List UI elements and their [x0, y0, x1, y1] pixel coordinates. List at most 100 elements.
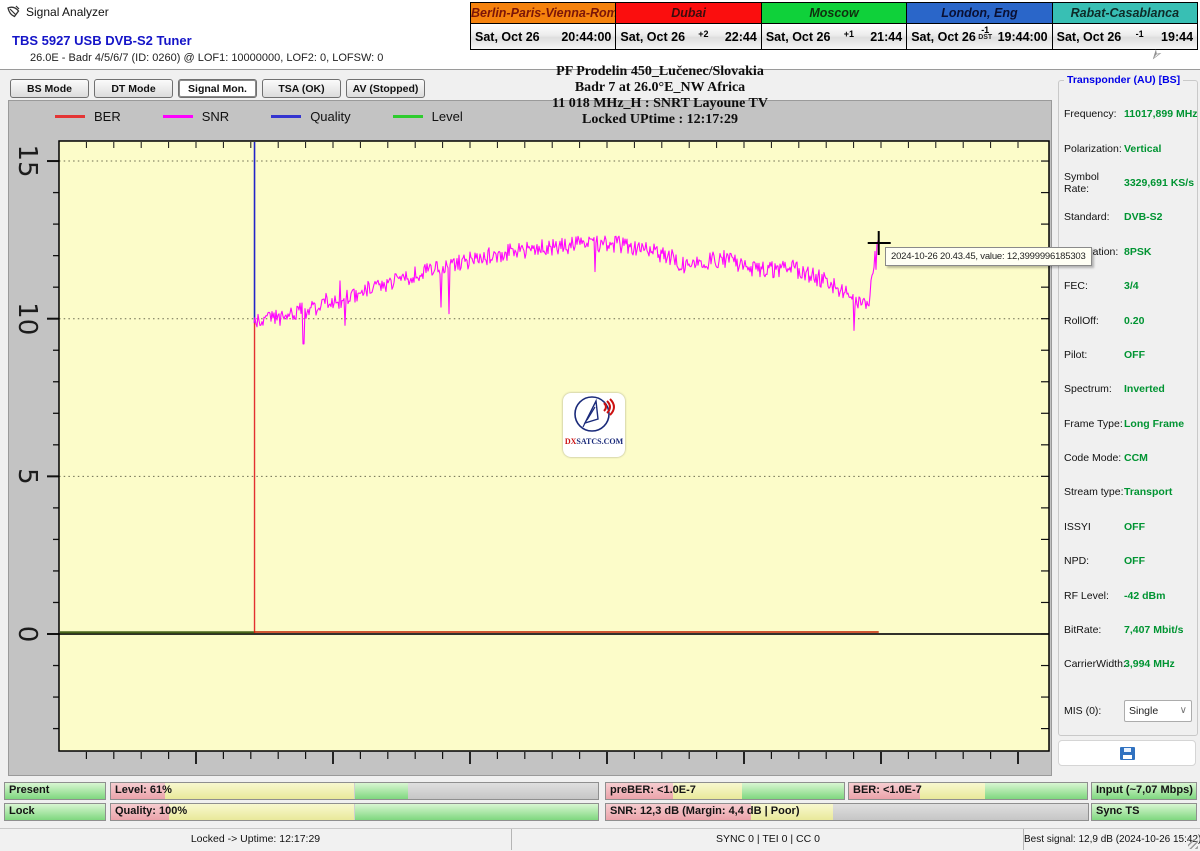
tp-label: Pilot: — [1064, 349, 1124, 361]
bar-segment-gray — [408, 783, 598, 799]
tab-signal-mon[interactable]: Signal Mon. — [178, 79, 257, 98]
clock-date: Sat, Oct 26 — [475, 30, 540, 44]
tp-value: -42 dBm — [1124, 590, 1165, 602]
save-button[interactable] — [1058, 740, 1196, 766]
tuner-name: TBS 5927 USB DVB-S2 Tuner — [12, 33, 192, 48]
tp-value: 0.20 — [1124, 315, 1144, 327]
tp-value: 3329,691 KS/s — [1124, 177, 1194, 189]
clock-time: 21:44 — [870, 30, 902, 44]
clock-time-row: Sat, Oct 26-1DST 19:44:00 — [907, 24, 1051, 49]
transponder-row-rf-level: RF Level:-42 dBm — [1059, 578, 1197, 612]
resize-grip[interactable] — [1188, 839, 1198, 849]
svg-text:5: 5 — [12, 468, 42, 485]
tp-value: 7,407 Mbit/s — [1124, 624, 1184, 636]
tp-label: Frequency: — [1064, 108, 1124, 120]
status-bar-level-61: Level: 61% — [110, 782, 599, 800]
tab-bs-mode[interactable]: BS Mode — [10, 79, 89, 98]
clock-berlin-paris-vienna-roma: Berlin-Paris-Vienna-RomaSat, Oct 2620:44… — [471, 3, 616, 49]
signal-analyzer-window: { "window": { "title": "Signal Analyzer"… — [0, 0, 1200, 850]
status-bar-ber-1-0e-7: BER: <1.0E-7 — [848, 782, 1088, 800]
tp-value: OFF — [1124, 349, 1145, 361]
tp-label: FEC: — [1064, 280, 1124, 292]
transponder-row-bitrate: BitRate:7,407 Mbit/s — [1059, 613, 1197, 647]
bar-segment-yellow — [920, 783, 984, 799]
clock-dubai: Dubai Sat, Oct 26 +2 22:44 — [616, 3, 761, 49]
chart-header-line-3: 11 018 MHz_H : SNRT Layoune TV — [400, 96, 920, 112]
status-badge-sync-ts: Sync TS — [1091, 803, 1197, 821]
bar-segment-green — [355, 783, 409, 799]
bar-segment-yellow — [165, 783, 355, 799]
legend-label-ber: BER — [94, 109, 121, 124]
chart-tooltip: 2024-10-26 20.43.45, value: 12,399999618… — [885, 247, 1092, 266]
transponder-rows: Frequency:11017,899 MHz Polarization:Vert… — [1059, 97, 1197, 682]
status-badge-input-7-07-mbps: Input (~7,07 Mbps) — [1091, 782, 1197, 800]
clock-utc-offset: +2 — [698, 30, 708, 38]
tp-label: Code Mode: — [1064, 452, 1124, 464]
bar-segment-gray — [833, 804, 1088, 820]
bar-segment-green — [742, 783, 844, 799]
clock-utc-offset: -1DST — [978, 26, 992, 42]
clock-offset-value: +1 — [844, 30, 854, 38]
tp-value: CCM — [1124, 452, 1148, 464]
clock-city-label: Berlin-Paris-Vienna-Roma — [471, 3, 615, 24]
satellite-dish-icon — [6, 5, 20, 19]
tp-label: NPD: — [1064, 555, 1124, 567]
status-bar-snr-12-3-db-margin-4-4-db-poor: SNR: 12,3 dB (Margin: 4,4 dB | Poor) — [605, 803, 1089, 821]
mis-value: Single — [1129, 705, 1158, 717]
tp-label: RF Level: — [1064, 590, 1124, 602]
tab-tsa-ok[interactable]: TSA (OK) — [262, 79, 341, 98]
statusbar-best-signal: Best signal: 12,9 dB (2024-10-26 15:42) — [1023, 829, 1200, 850]
clock-date: Sat, Oct 26 — [766, 30, 831, 44]
chart-header-line-2: Badr 7 at 26.0°E_NW Africa — [400, 80, 920, 96]
mis-row: MIS (0): Single ∨ — [1059, 694, 1197, 728]
bar-label: Quality: 100% — [115, 804, 187, 819]
clock-time: 22:44 — [725, 30, 757, 44]
transponder-row-standard: Standard:DVB-S2 — [1059, 200, 1197, 234]
clock-london-eng: London, EngSat, Oct 26-1DST19:44:00 — [907, 3, 1052, 49]
svg-text:10: 10 — [12, 302, 42, 335]
tp-value: Vertical — [1124, 143, 1161, 155]
clock-time-row: Sat, Oct 2620:44:00 — [471, 24, 615, 49]
transponder-row-code-mode: Code Mode:CCM — [1059, 441, 1197, 475]
status-badge-lock: Lock — [4, 803, 106, 821]
tp-label: Standard: — [1064, 211, 1124, 223]
chart-header-line-1: PF Prodelin 450_Lučenec/Slovakia — [400, 64, 920, 80]
tp-value: DVB-S2 — [1124, 211, 1163, 223]
status-badge-present: Present — [4, 782, 106, 800]
tp-value: 3/4 — [1124, 280, 1139, 292]
dxsatcs-text: DXSATCS.COM — [565, 437, 623, 446]
clock-date: Sat, Oct 26 — [911, 30, 976, 44]
clock-city-label: Rabat-Casablanca — [1053, 3, 1197, 24]
transponder-panel: Transponder (AU) [BS] Frequency:11017,89… — [1058, 74, 1198, 776]
legend-line-snr — [163, 115, 193, 118]
tab-dt-mode[interactable]: DT Mode — [94, 79, 173, 98]
tp-label: Polarization: — [1064, 143, 1124, 155]
tp-value: Inverted — [1124, 383, 1165, 395]
clock-date: Sat, Oct 26 — [1057, 30, 1122, 44]
tp-value: OFF — [1124, 555, 1145, 567]
legend-label-snr: SNR — [202, 109, 229, 124]
clock-city-label: Dubai — [616, 3, 760, 24]
bar-segment-green — [985, 783, 1087, 799]
mis-label: MIS (0): — [1064, 705, 1124, 717]
status-bar-preber-1-0e-7: preBER: <1.0E-7 — [605, 782, 845, 800]
svg-text:0: 0 — [12, 626, 42, 643]
transponder-row-npd: NPD:OFF — [1059, 544, 1197, 578]
legend-line-quality — [271, 115, 301, 118]
svg-text:15: 15 — [12, 145, 42, 178]
transponder-row-frequency: Frequency:11017,899 MHz — [1059, 97, 1197, 131]
bar-segment-yellow — [169, 804, 354, 820]
mis-select[interactable]: Single ∨ — [1124, 700, 1192, 722]
clock-date: Sat, Oct 26 — [620, 30, 685, 44]
floppy-icon — [1120, 747, 1135, 760]
chart-header: PF Prodelin 450_Lučenec/SlovakiaBadr 7 a… — [400, 64, 920, 128]
tp-value: 11017,899 MHz — [1124, 108, 1198, 120]
clock-time-row: Sat, Oct 26-119:44 — [1053, 24, 1197, 49]
clock-time: 19:44:00 — [998, 30, 1048, 44]
dxsatcs-logo: DXSATCS.COM — [563, 393, 625, 457]
bar-label: Level: 61% — [115, 783, 172, 798]
bar-label: BER: <1.0E-7 — [853, 783, 922, 798]
world-clocks: Berlin-Paris-Vienna-RomaSat, Oct 2620:44… — [470, 2, 1198, 50]
clock-time-row: Sat, Oct 26 +1 21:44 — [762, 24, 906, 49]
tp-label: Spectrum: — [1064, 383, 1124, 395]
